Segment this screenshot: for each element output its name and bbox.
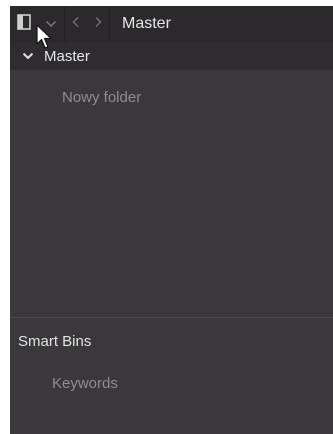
back-button[interactable] — [65, 6, 87, 42]
smart-bin-item-keywords[interactable]: Keywords — [52, 375, 118, 392]
panel-toggle-button[interactable] — [10, 6, 38, 42]
section-divider — [10, 317, 333, 318]
chevron-left-icon — [72, 15, 80, 33]
expand-chevron-icon[interactable] — [22, 52, 36, 60]
forward-button[interactable] — [87, 6, 109, 42]
view-dropdown-button[interactable] — [38, 6, 64, 42]
toolbar: Master — [10, 6, 333, 42]
chevron-right-icon — [94, 15, 102, 33]
current-bin-title: Master — [122, 15, 171, 32]
chevron-down-icon — [45, 15, 57, 33]
tree-item-nowy-folder[interactable]: Nowy folder — [62, 89, 141, 106]
smart-bins-header: Smart Bins — [18, 333, 92, 350]
panel-toggle-icon — [17, 13, 31, 35]
tree-root-label: Master — [44, 47, 90, 65]
tree-root-row[interactable]: Master — [10, 42, 333, 70]
media-pool-panel: Master Master Nowy folder Smart Bins Key… — [10, 6, 333, 434]
